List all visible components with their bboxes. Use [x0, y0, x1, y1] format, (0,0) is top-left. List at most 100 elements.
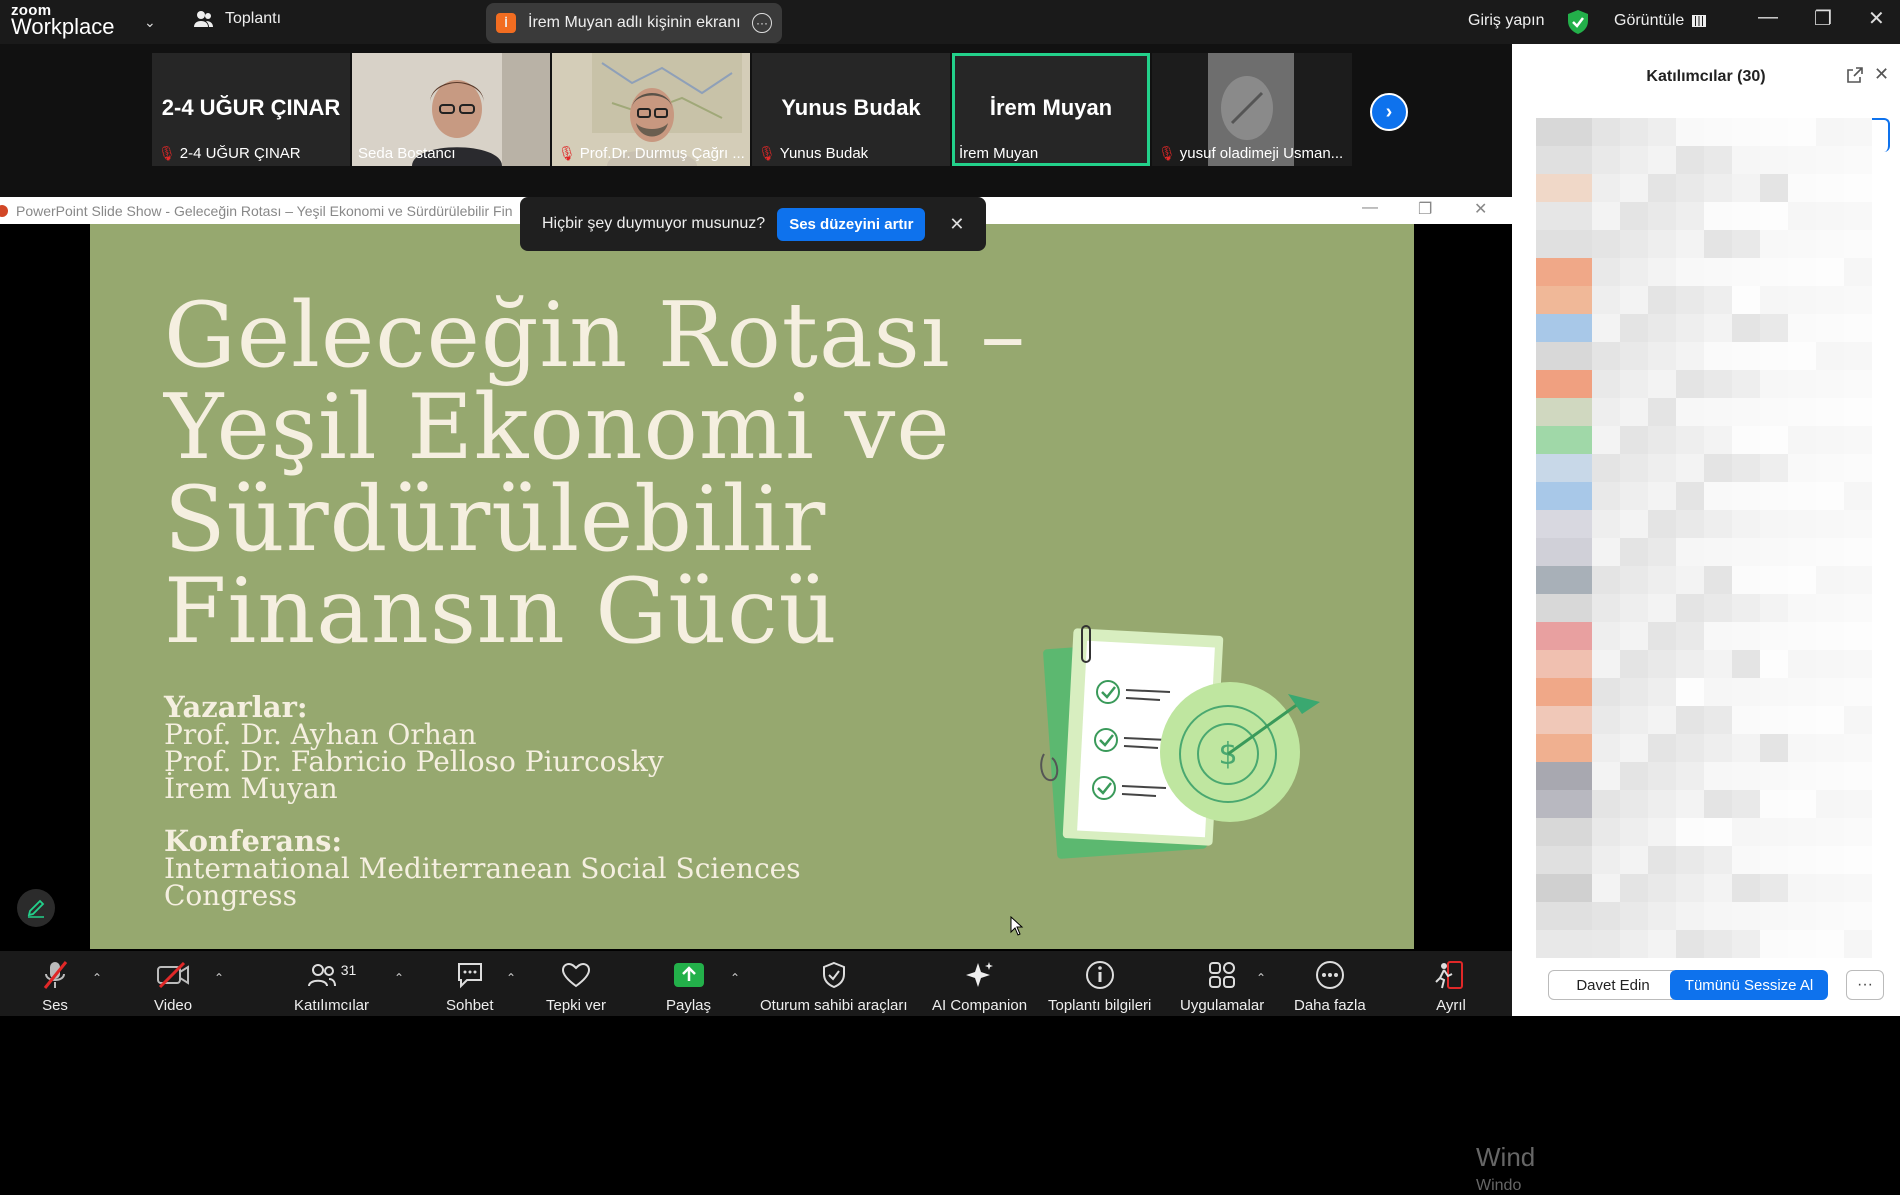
participant-row-pixel	[1816, 762, 1844, 790]
participant-row[interactable]	[1536, 790, 1888, 818]
participant-row[interactable]	[1536, 566, 1888, 594]
participant-row-pixel	[1732, 594, 1760, 622]
meeting-info-button[interactable]: Toplantı bilgileri	[1048, 959, 1151, 1014]
participant-row[interactable]	[1536, 426, 1888, 454]
annotate-pen-button[interactable]	[17, 889, 55, 927]
close-toast-icon[interactable]: ✕	[949, 214, 964, 235]
participant-row[interactable]	[1536, 538, 1888, 566]
participant-row[interactable]	[1536, 594, 1888, 622]
participant-row[interactable]	[1536, 286, 1888, 314]
participant-row[interactable]	[1536, 846, 1888, 874]
participant-row[interactable]	[1536, 762, 1888, 790]
participant-row[interactable]	[1536, 678, 1888, 706]
participant-row[interactable]	[1536, 314, 1888, 342]
react-button[interactable]: Tepki ver	[546, 959, 606, 1014]
mute-all-button[interactable]: Tümünü Sessize Al	[1670, 970, 1828, 1000]
participant-row-pixel	[1732, 202, 1760, 230]
meeting-menu-button[interactable]: Toplantı	[193, 10, 281, 28]
participant-row-pixel	[1844, 650, 1872, 678]
participant-tile[interactable]: Yunus Budak 🎙︎ Yunus Budak	[752, 53, 950, 166]
participant-row[interactable]	[1536, 174, 1888, 202]
share-screen-button[interactable]: Paylaş	[666, 959, 711, 1014]
participant-row-pixel	[1788, 202, 1816, 230]
invite-button[interactable]: Davet Edin	[1548, 970, 1678, 1000]
participant-row[interactable]	[1536, 398, 1888, 426]
participant-tile[interactable]: 2-4 UĞUR ÇINAR 🎙︎ 2-4 UĞUR ÇINAR	[152, 53, 350, 166]
ppt-restore-icon[interactable]: ❐	[1418, 199, 1432, 219]
view-button[interactable]: Görüntüle	[1614, 12, 1707, 30]
participants-button[interactable]: 31 Katılımcılar	[294, 959, 369, 1014]
participant-row-pixel	[1648, 930, 1676, 958]
participant-row-pixel	[1844, 146, 1872, 174]
participant-row-pixel	[1704, 370, 1732, 398]
audio-button[interactable]: Ses	[42, 959, 68, 1014]
chat-button[interactable]: Sohbet	[446, 959, 494, 1014]
restore-icon[interactable]: ❐	[1814, 6, 1832, 31]
avatar	[1536, 566, 1592, 594]
next-page-button[interactable]: ›	[1370, 93, 1408, 131]
participant-row[interactable]	[1536, 482, 1888, 510]
shared-screen: Geleceğin Rotası – Yeşil Ekonomi ve Sürd…	[0, 224, 1535, 1194]
participant-row[interactable]	[1536, 734, 1888, 762]
participant-row[interactable]	[1536, 622, 1888, 650]
participant-row[interactable]	[1536, 510, 1888, 538]
avatar	[1536, 426, 1592, 454]
participant-row[interactable]	[1536, 230, 1888, 258]
sign-in-link[interactable]: Giriş yapın	[1468, 12, 1544, 30]
participant-list[interactable]	[1536, 118, 1888, 958]
minimize-icon[interactable]: —	[1758, 6, 1778, 29]
more-options-icon[interactable]: ···	[752, 13, 772, 33]
ppt-close-icon[interactable]: ✕	[1474, 199, 1487, 219]
ppt-minimize-icon[interactable]: —	[1362, 199, 1378, 217]
close-icon[interactable]: ✕	[1868, 6, 1885, 31]
pop-out-icon[interactable]	[1846, 66, 1864, 84]
participant-tile-video[interactable]: 🎙︎ Prof.Dr. Durmuş Çağrı ...	[552, 53, 750, 166]
participant-row-pixel	[1816, 258, 1844, 286]
participant-row-pixel	[1760, 482, 1788, 510]
close-panel-icon[interactable]: ✕	[1874, 64, 1889, 85]
participant-row[interactable]	[1536, 370, 1888, 398]
chevron-down-icon[interactable]: ⌄	[144, 14, 156, 31]
video-caret-icon[interactable]: ⌃	[214, 971, 224, 985]
participant-row[interactable]	[1536, 930, 1888, 958]
host-tools-button[interactable]: Oturum sahibi araçları	[760, 959, 908, 1014]
increase-volume-button[interactable]: Ses düzeyini artır	[777, 207, 926, 241]
participant-row-pixel	[1592, 818, 1620, 846]
participant-row-pixel	[1788, 146, 1816, 174]
participant-row-pixel	[1760, 706, 1788, 734]
apps-caret-icon[interactable]: ⌃	[1256, 971, 1266, 985]
participants-caret-icon[interactable]: ⌃	[394, 971, 404, 985]
share-caret-icon[interactable]: ⌃	[730, 971, 740, 985]
video-button[interactable]: Video	[154, 959, 192, 1014]
panel-more-button[interactable]: ···	[1846, 970, 1884, 1000]
participant-row-pixel	[1592, 230, 1620, 258]
participant-row[interactable]	[1536, 902, 1888, 930]
participant-row-pixel	[1704, 622, 1732, 650]
participant-row[interactable]	[1536, 874, 1888, 902]
participant-row[interactable]	[1536, 202, 1888, 230]
ai-companion-button[interactable]: AI Companion	[932, 959, 1027, 1014]
audio-caret-icon[interactable]: ⌃	[92, 971, 102, 985]
apps-button[interactable]: Uygulamalar	[1180, 959, 1264, 1014]
participant-row-pixel	[1648, 790, 1676, 818]
participant-row-pixel	[1620, 482, 1648, 510]
leave-button[interactable]: Ayrıl	[1434, 959, 1468, 1014]
participant-tile-video[interactable]: Seda Bostancı	[352, 53, 550, 166]
participant-row[interactable]	[1536, 454, 1888, 482]
participant-row-pixel	[1704, 342, 1732, 370]
more-button[interactable]: Daha fazla	[1294, 959, 1366, 1014]
participant-row[interactable]	[1536, 146, 1888, 174]
participant-tile-video[interactable]: 🎙︎ yusuf oladimeji Usman...	[1152, 53, 1352, 166]
screen-share-banner[interactable]: İ İrem Muyan adlı kişinin ekranı ···	[486, 3, 782, 43]
participant-row[interactable]	[1536, 706, 1888, 734]
participant-row-pixel	[1704, 314, 1732, 342]
participant-row[interactable]	[1536, 118, 1888, 146]
participant-row[interactable]	[1536, 818, 1888, 846]
participant-tile-active-speaker[interactable]: İrem Muyan İrem Muyan	[952, 53, 1150, 166]
participant-row[interactable]	[1536, 650, 1888, 678]
participant-row[interactable]	[1536, 342, 1888, 370]
shield-check-icon[interactable]	[1566, 9, 1590, 35]
participant-row-pixel	[1704, 566, 1732, 594]
participant-row[interactable]	[1536, 258, 1888, 286]
chat-caret-icon[interactable]: ⌃	[506, 971, 516, 985]
